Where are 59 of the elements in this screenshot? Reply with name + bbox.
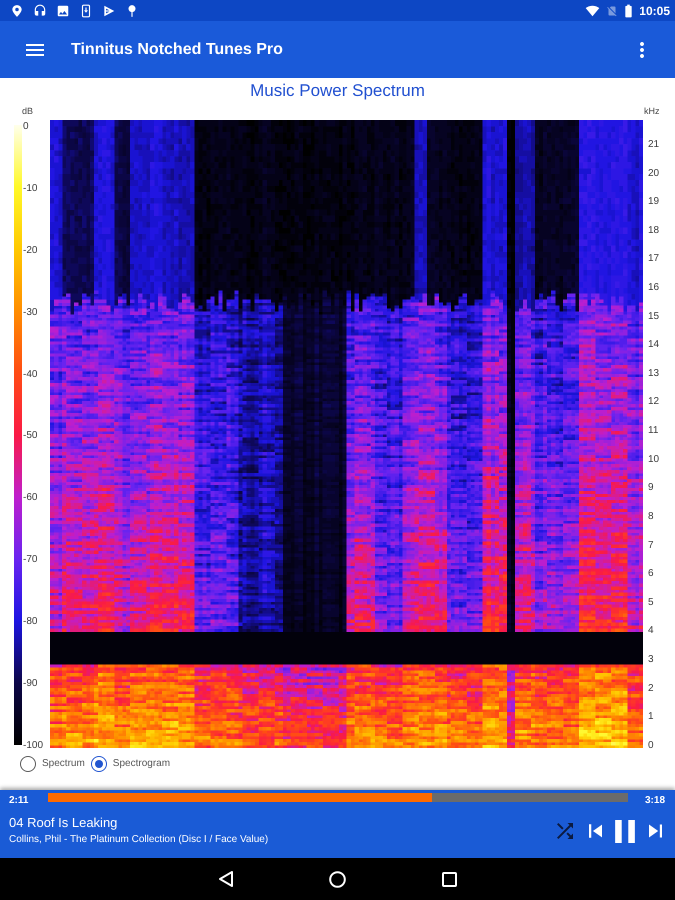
location-pin-icon [10,4,24,18]
scale-label: -30 [23,306,38,320]
scale-label: -40 [23,368,38,382]
back-icon [218,870,234,888]
headphones-icon [33,4,47,18]
status-time: 10:05 [639,4,670,18]
more-vertical-icon [640,42,644,58]
frequency-label: 10 [648,452,660,467]
frequency-label: 15 [648,310,660,324]
wifi-icon [585,4,600,18]
track-title: 04 Roof Is Leaking [9,815,118,831]
image-icon [56,4,70,18]
frequency-label: 18 [648,224,660,238]
home-icon [329,870,346,888]
recent-apps-icon [442,872,457,886]
frequency-label: 11 [648,424,658,438]
app-title: Tinnitus Notched Tunes Pro [71,40,283,60]
scale-label: -50 [23,429,38,444]
view-mode-radio[interactable]: Spectrogram [90,756,170,772]
scale-label: -80 [23,615,38,630]
frequency-label: 2 [648,682,654,696]
frequency-label: 1 [648,710,654,724]
unit-label: kHz [644,104,660,116]
chart-title: Music Power Spectrum [250,81,425,101]
battery-icon [624,4,634,18]
frequency-label: 16 [648,281,660,296]
scale-label: -20 [23,244,38,258]
view-mode-radio[interactable]: Spectrum [20,756,85,772]
frequency-label: 9 [648,481,654,496]
scale-label: -100 [23,738,44,753]
frequency-label: 5 [648,596,654,610]
phone-download-icon [79,4,93,18]
track-artist-album: Collins, Phil - The Platinum Collection (Disc I / Face Value) [9,833,268,847]
menu-icon [26,42,44,56]
elapsed-time: 2:11 [9,794,28,808]
frequency-label: 8 [648,510,654,524]
frequency-label: 12 [648,395,660,410]
scale-label: 0 [23,120,29,134]
frequency-label: 14 [648,338,660,352]
unit-label: dB [22,104,34,116]
total-time: 3:18 [645,794,666,808]
scale-label: -60 [23,491,38,506]
frequency-label: 19 [648,195,660,210]
frequency-label: 0 [648,738,654,753]
skip-previous-icon [588,824,602,838]
sim-card-off-icon [606,4,618,18]
frequency-label: 17 [648,252,660,266]
scale-label: -70 [23,553,38,568]
frequency-label: 6 [648,567,654,582]
frequency-label: 21 [648,138,660,152]
frequency-label: 7 [648,538,654,553]
frequency-label: 3 [648,652,654,667]
skip-next-icon [648,824,662,838]
scale-label: -90 [23,677,38,692]
play-triangle-icon [102,4,116,18]
scale-label: -10 [23,182,38,196]
frequency-label: 13 [648,366,660,381]
frequency-label: 20 [648,166,660,181]
frequency-label: 4 [648,624,654,638]
